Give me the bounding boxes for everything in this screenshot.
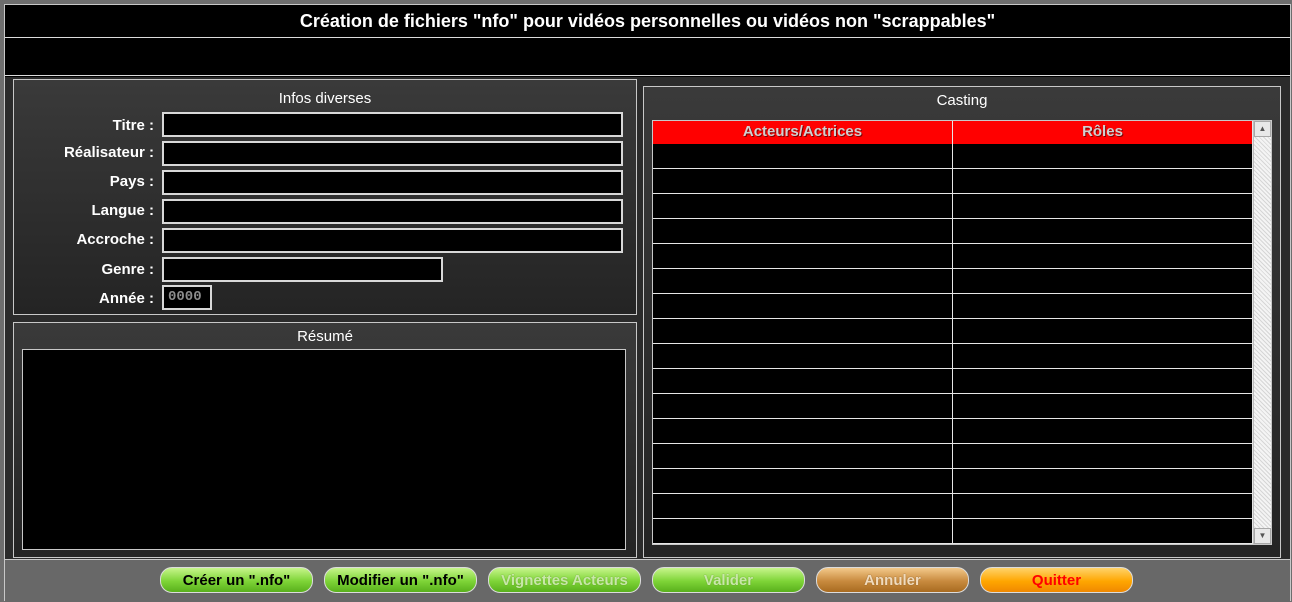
table-cell[interactable] [953, 294, 1253, 318]
create-nfo-button[interactable]: Créer un ".nfo" [160, 567, 313, 593]
sub-header-bar [5, 39, 1290, 76]
table-cell[interactable] [653, 219, 953, 243]
langue-input[interactable] [162, 199, 623, 224]
resume-group-title: Résumé [297, 328, 353, 345]
table-row[interactable] [653, 419, 1253, 444]
table-cell[interactable] [953, 394, 1253, 418]
table-row[interactable] [653, 344, 1253, 369]
table-cell[interactable] [953, 269, 1253, 293]
annee-input[interactable]: 0000 [162, 285, 212, 310]
table-row[interactable] [653, 244, 1253, 269]
genre-input[interactable] [162, 257, 443, 282]
table-cell[interactable] [653, 469, 953, 493]
table-row[interactable] [653, 394, 1253, 419]
scroll-down-arrow-icon[interactable]: ▼ [1254, 528, 1271, 544]
resume-textarea[interactable] [22, 349, 626, 550]
table-cell[interactable] [653, 319, 953, 343]
table-row[interactable] [653, 494, 1253, 519]
column-header-roles[interactable]: Rôles [953, 121, 1253, 144]
main-window: Création de fichiers "nfo" pour vidéos p… [4, 4, 1291, 602]
casting-grid-header: Acteurs/Actrices Rôles [653, 121, 1253, 144]
realisateur-label: Réalisateur : [63, 144, 154, 161]
accroche-label: Accroche : [76, 231, 154, 248]
table-row[interactable] [653, 444, 1253, 469]
table-row[interactable] [653, 169, 1253, 194]
casting-scrollbar[interactable]: ▲ ▼ [1253, 121, 1271, 544]
accroche-input[interactable] [162, 228, 623, 253]
table-cell[interactable] [953, 219, 1253, 243]
langue-label: Langue : [91, 202, 155, 219]
table-cell[interactable] [953, 194, 1253, 218]
genre-label: Genre : [101, 261, 154, 278]
titre-label: Titre : [112, 117, 154, 134]
table-row[interactable] [653, 294, 1253, 319]
window-title: Création de fichiers "nfo" pour vidéos p… [5, 5, 1290, 38]
table-cell[interactable] [653, 494, 953, 518]
table-cell[interactable] [953, 244, 1253, 268]
annee-label: Année : [98, 290, 154, 307]
scroll-up-arrow-icon[interactable]: ▲ [1254, 121, 1271, 137]
table-row[interactable] [653, 369, 1253, 394]
casting-group-title: Casting [936, 92, 988, 109]
table-cell[interactable] [653, 269, 953, 293]
table-cell[interactable] [953, 469, 1253, 493]
column-header-acteurs[interactable]: Acteurs/Actrices [653, 121, 953, 144]
infos-group: Infos diverses Titre : Réalisateur : Pay… [13, 79, 637, 315]
table-cell[interactable] [953, 369, 1253, 393]
realisateur-input[interactable] [162, 141, 623, 166]
table-cell[interactable] [653, 344, 953, 368]
table-row[interactable] [653, 194, 1253, 219]
casting-grid-body [653, 144, 1253, 544]
titre-input[interactable] [162, 112, 623, 137]
table-cell[interactable] [653, 244, 953, 268]
resume-group: Résumé [13, 322, 637, 558]
table-cell[interactable] [953, 519, 1253, 543]
infos-group-title: Infos diverses [278, 90, 372, 107]
table-cell[interactable] [653, 394, 953, 418]
table-cell[interactable] [653, 444, 953, 468]
table-cell[interactable] [953, 319, 1253, 343]
table-cell[interactable] [653, 169, 953, 193]
table-cell[interactable] [953, 444, 1253, 468]
table-cell[interactable] [653, 144, 953, 168]
table-cell[interactable] [953, 419, 1253, 443]
cancel-button[interactable]: Annuler [816, 567, 969, 593]
casting-grid[interactable]: Acteurs/Actrices Rôles ▲ ▼ [652, 120, 1272, 545]
table-cell[interactable] [653, 369, 953, 393]
quit-button[interactable]: Quitter [980, 567, 1133, 593]
content-area: Infos diverses Titre : Réalisateur : Pay… [5, 77, 1290, 559]
pays-label: Pays : [109, 173, 154, 190]
table-cell[interactable] [653, 294, 953, 318]
modify-nfo-button[interactable]: Modifier un ".nfo" [324, 567, 477, 593]
table-row[interactable] [653, 469, 1253, 494]
table-cell[interactable] [953, 344, 1253, 368]
table-cell[interactable] [653, 519, 953, 543]
pays-input[interactable] [162, 170, 623, 195]
table-row[interactable] [653, 144, 1253, 169]
table-cell[interactable] [953, 144, 1253, 168]
table-cell[interactable] [953, 169, 1253, 193]
button-bar: Créer un ".nfo" Modifier un ".nfo" Vigne… [5, 559, 1290, 602]
validate-button[interactable]: Valider [652, 567, 805, 593]
casting-group: Casting Acteurs/Actrices Rôles ▲ ▼ [643, 86, 1281, 558]
table-row[interactable] [653, 269, 1253, 294]
actor-thumbnails-button[interactable]: Vignettes Acteurs [488, 567, 641, 593]
table-cell[interactable] [653, 194, 953, 218]
table-row[interactable] [653, 519, 1253, 544]
table-cell[interactable] [653, 419, 953, 443]
table-row[interactable] [653, 219, 1253, 244]
table-cell[interactable] [953, 494, 1253, 518]
table-row[interactable] [653, 319, 1253, 344]
